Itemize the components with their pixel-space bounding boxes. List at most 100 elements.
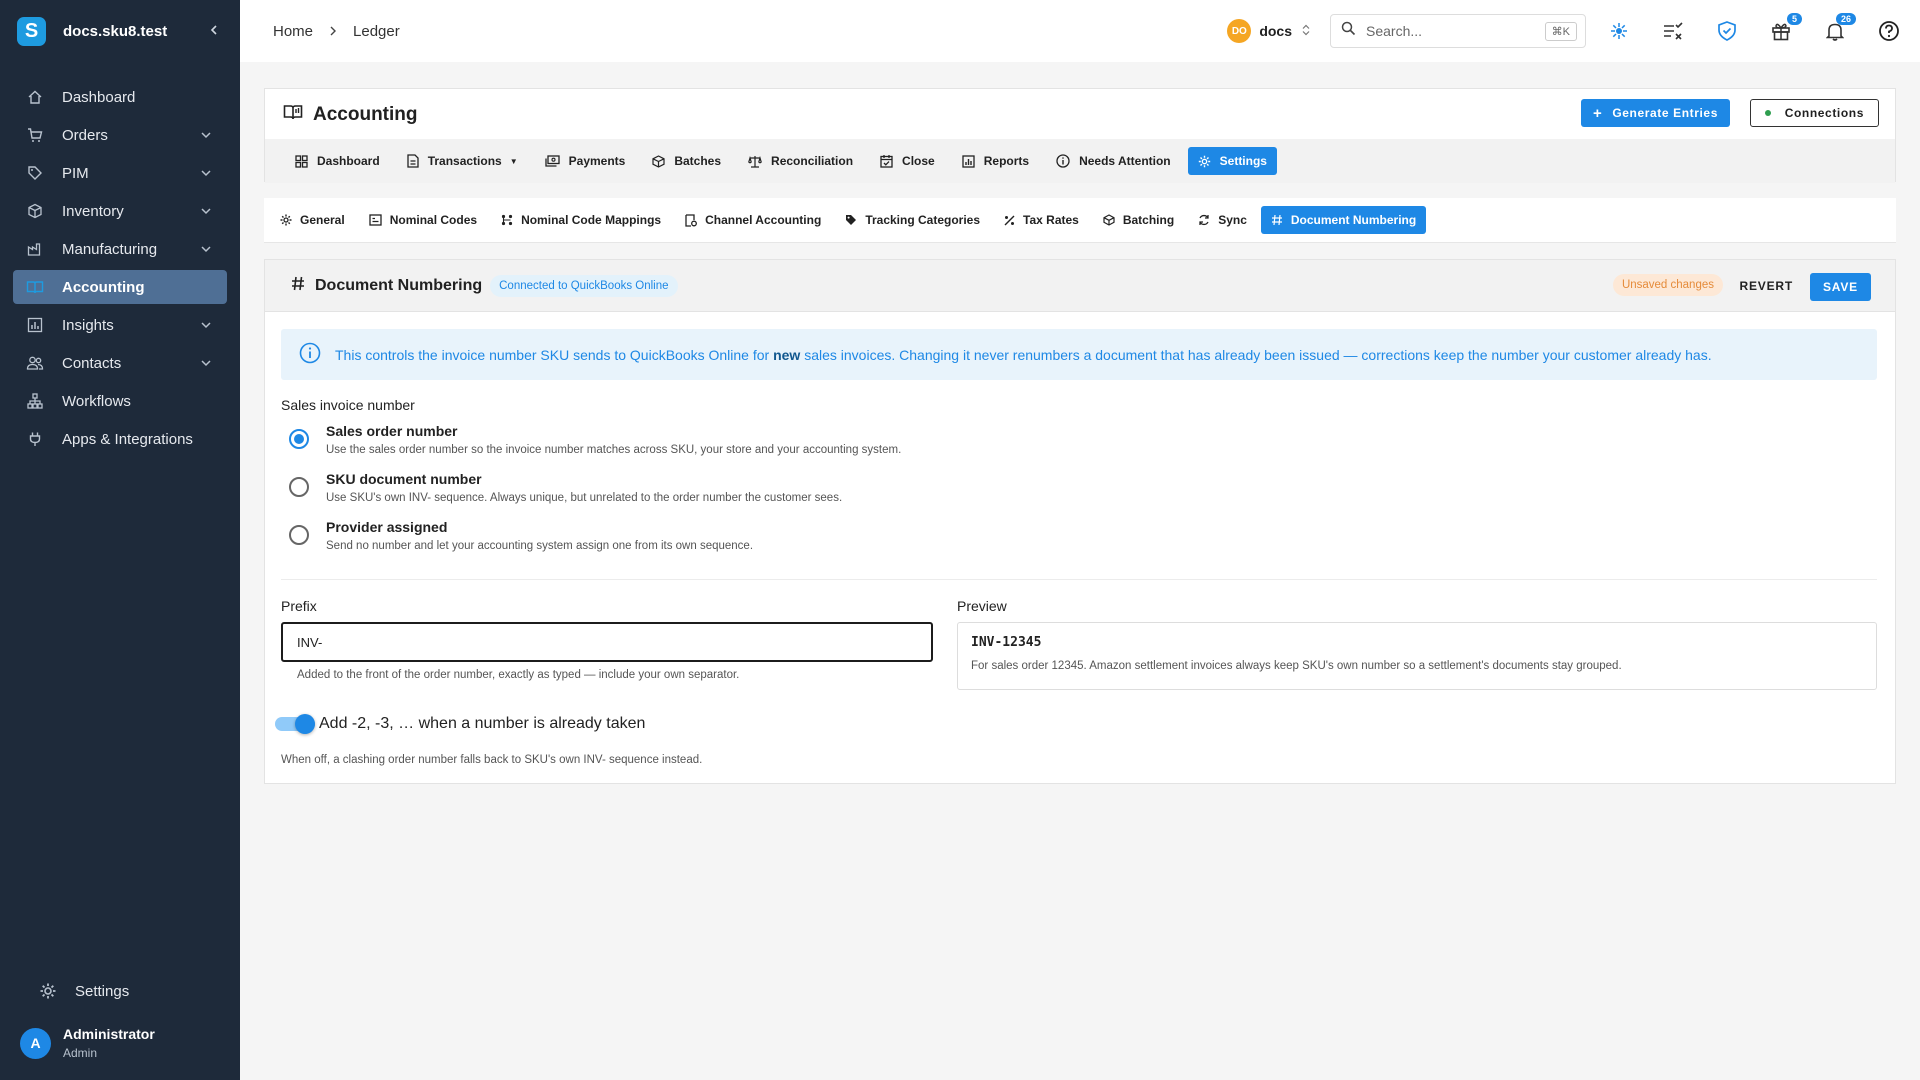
subtab-channel-accounting[interactable]: Channel Accounting [675, 206, 831, 234]
sidebar-item-insights[interactable]: Insights [13, 308, 227, 342]
sidebar-item-orders[interactable]: Orders [13, 118, 227, 152]
tab-batches[interactable]: Batches [642, 147, 731, 175]
tab-label: Batches [674, 154, 722, 168]
prefix-input[interactable]: INV- [281, 622, 933, 662]
workspace-avatar: DO [1227, 19, 1252, 43]
sidebar: S docs.sku8.test Dashboard Orders PIM In… [0, 0, 240, 1080]
tab-settings[interactable]: Settings [1187, 147, 1277, 175]
option-sku-document-number[interactable]: SKU document number Use SKU's own INV- s… [289, 471, 842, 504]
topbar-actions: DO docs Search... ⌘K 5 26 [1227, 0, 1920, 62]
panel-header: Document Numbering Connected to QuickBoo… [265, 260, 1895, 312]
gift-icon[interactable]: 5 [1770, 13, 1802, 42]
option-text: SKU document number Use SKU's own INV- s… [326, 471, 842, 504]
tab-reconciliation[interactable]: Reconciliation [738, 147, 863, 175]
sidebar-item-manufacturing[interactable]: Manufacturing [13, 232, 227, 266]
chevron-down-icon [200, 129, 214, 141]
search-input[interactable]: Search... ⌘K [1330, 14, 1586, 48]
subtab-general[interactable]: General [270, 206, 355, 234]
subtab-tax-rates[interactable]: Tax Rates [994, 206, 1089, 234]
option-text: Provider assigned Send no number and let… [326, 519, 753, 552]
sidebar-item-label: Orders [62, 126, 108, 144]
subtab-label: Tracking Categories [865, 213, 981, 227]
tab-label: Close [902, 154, 935, 168]
tab-label: Needs Attention [1079, 154, 1171, 168]
save-button[interactable]: SAVE [1810, 273, 1871, 301]
cube-icon [652, 154, 665, 168]
tab-needs-attention[interactable]: Needs Attention [1046, 147, 1181, 175]
workspace-switcher[interactable]: DO docs [1227, 19, 1310, 43]
option-provider-assigned[interactable]: Provider assigned Send no number and let… [289, 519, 753, 552]
tab-dashboard[interactable]: Dashboard [285, 147, 390, 175]
info-text-part: This controls the invoice number SKU sen… [335, 346, 774, 363]
tab-transactions[interactable]: Transactions ▼ [397, 147, 528, 175]
chevron-down-icon [200, 319, 214, 331]
hash-icon [1271, 214, 1283, 226]
subtab-label: Nominal Code Mappings [521, 213, 662, 227]
revert-button[interactable]: REVERT [1740, 279, 1793, 293]
radio-button[interactable] [289, 525, 309, 545]
sidebar-item-label: Contacts [62, 354, 122, 372]
sidebar-item-label: Accounting [62, 278, 145, 296]
radio-button[interactable] [289, 477, 309, 497]
option-description: Use SKU's own INV- sequence. Always uniq… [326, 492, 843, 504]
collapse-sidebar-icon[interactable] [208, 23, 220, 40]
tab-close[interactable]: Close [870, 147, 945, 175]
suffix-toggle[interactable] [273, 712, 317, 736]
search-shortcut: ⌘K [1544, 21, 1577, 41]
sidebar-item-label: Workflows [62, 392, 131, 410]
subtab-nominal-codes[interactable]: Nominal Codes [359, 206, 487, 234]
tab-label: Settings [1219, 154, 1267, 168]
tab-payments[interactable]: Payments [535, 147, 636, 175]
panel-title: Document Numbering [315, 276, 483, 294]
radio-button[interactable] [289, 429, 309, 449]
suffix-toggle-label: Add -2, -3, … when a number is already t… [319, 715, 646, 732]
sidebar-item-pim[interactable]: PIM [13, 156, 227, 190]
plus-icon: + [1592, 104, 1603, 122]
accounting-header: Accounting + Generate Entries Connection… [264, 88, 1896, 183]
user-info: Administrator Admin [63, 1026, 155, 1060]
breadcrumb-home[interactable]: Home [273, 23, 313, 40]
sidebar-item-settings[interactable]: Settings [26, 974, 214, 1008]
home-icon [26, 88, 44, 106]
sidebar-item-contacts[interactable]: Contacts [13, 346, 227, 380]
subtab-tracking-categories[interactable]: Tracking Categories [835, 206, 990, 234]
tab-reports[interactable]: Reports [952, 147, 1039, 175]
gear-icon [280, 214, 292, 226]
avatar: A [20, 1027, 51, 1059]
tasks-icon[interactable] [1662, 20, 1684, 42]
user-menu[interactable]: A Administrator Admin [20, 1026, 155, 1060]
sidebar-item-apps-integrations[interactable]: Apps & Integrations [13, 422, 227, 456]
subtab-nominal-code-mappings[interactable]: Nominal Code Mappings [491, 206, 671, 234]
subtab-label: Nominal Codes [389, 213, 478, 227]
people-icon [26, 354, 44, 372]
page-title: Accounting [283, 103, 418, 127]
sidebar-item-workflows[interactable]: Workflows [13, 384, 227, 418]
connections-button[interactable]: Connections [1749, 99, 1879, 127]
notification-count-badge: 26 [1835, 13, 1856, 25]
divider [281, 579, 1877, 580]
bell-icon[interactable]: 26 [1824, 13, 1856, 42]
suffix-toggle-helper: When off, a clashing order number falls … [281, 754, 703, 766]
ledger-icon [283, 103, 303, 127]
document-icon [407, 154, 419, 168]
shield-icon[interactable] [1716, 20, 1738, 42]
sidebar-item-label: Apps & Integrations [62, 430, 193, 448]
sidebar-item-dashboard[interactable]: Dashboard [13, 80, 227, 114]
subtab-sync[interactable]: Sync [1188, 206, 1257, 234]
generate-entries-button[interactable]: + Generate Entries [1580, 99, 1730, 127]
workflow-icon [26, 392, 44, 410]
subtab-batching[interactable]: Batching [1093, 206, 1184, 234]
subtab-label: Batching [1122, 213, 1175, 227]
app-logo[interactable]: S [17, 16, 46, 46]
option-description: Use the sales order number so the invoic… [326, 444, 902, 456]
subtab-document-numbering[interactable]: Document Numbering [1260, 206, 1427, 234]
sidebar-item-inventory[interactable]: Inventory [13, 194, 227, 228]
sidebar-item-accounting[interactable]: Accounting [13, 270, 227, 304]
sidebar-item-label: Manufacturing [62, 240, 158, 258]
ai-sparkle-icon[interactable] [1608, 20, 1630, 42]
option-sales-order-number[interactable]: Sales order number Use the sales order n… [289, 423, 901, 456]
scale-icon [748, 155, 762, 168]
help-icon[interactable] [1878, 20, 1900, 42]
channel-icon [685, 213, 698, 227]
settings-tabs: General Nominal Codes Nominal Code Mappi… [264, 198, 1896, 243]
